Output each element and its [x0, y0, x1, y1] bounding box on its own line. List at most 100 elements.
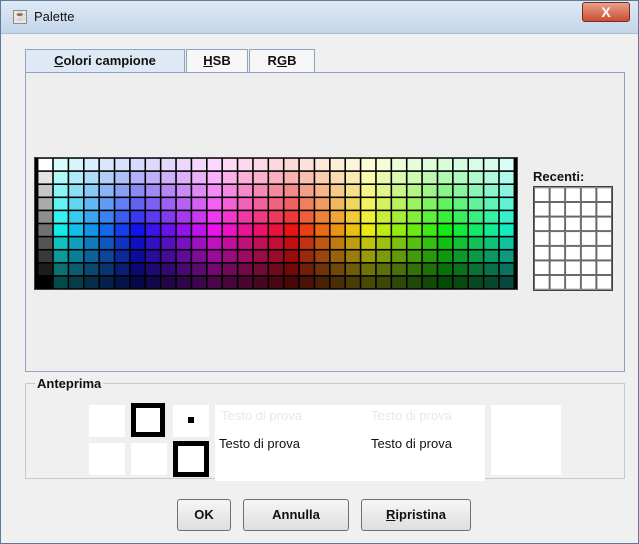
color-swatch[interactable] — [469, 263, 483, 276]
recent-color-swatch[interactable] — [534, 187, 550, 202]
color-swatch[interactable] — [69, 211, 83, 223]
color-swatch[interactable] — [361, 250, 376, 263]
color-swatch[interactable] — [115, 158, 130, 171]
color-swatch[interactable] — [269, 211, 283, 223]
color-swatch[interactable] — [130, 211, 145, 223]
color-swatch[interactable] — [269, 184, 283, 197]
recent-color-swatch[interactable] — [580, 202, 597, 217]
color-swatch[interactable] — [115, 237, 130, 249]
color-swatch[interactable] — [53, 171, 68, 184]
color-swatch[interactable] — [361, 198, 376, 210]
recent-color-swatch[interactable] — [596, 187, 612, 202]
color-swatch[interactable] — [115, 171, 130, 184]
color-swatch[interactable] — [253, 171, 268, 184]
color-swatch[interactable] — [499, 211, 514, 223]
color-swatch[interactable] — [207, 198, 222, 210]
color-swatch[interactable] — [69, 237, 83, 249]
color-swatch[interactable] — [284, 237, 299, 249]
color-swatch[interactable] — [99, 171, 114, 184]
color-swatch[interactable] — [299, 250, 314, 263]
color-swatch[interactable] — [176, 263, 191, 276]
color-swatch[interactable] — [345, 198, 360, 210]
color-swatch[interactable] — [484, 237, 499, 249]
color-swatch[interactable] — [392, 184, 406, 197]
color-swatch[interactable] — [222, 158, 237, 171]
color-swatch[interactable] — [361, 263, 376, 276]
color-swatch[interactable] — [176, 171, 191, 184]
color-swatch[interactable] — [238, 198, 253, 210]
color-swatch[interactable] — [38, 237, 53, 249]
color-swatch[interactable] — [222, 224, 237, 236]
color-swatch[interactable] — [453, 250, 468, 263]
color-swatch[interactable] — [222, 276, 237, 289]
color-swatch[interactable] — [176, 224, 191, 236]
color-swatch[interactable] — [69, 198, 83, 210]
recent-color-swatch[interactable] — [534, 275, 550, 290]
recent-color-swatch[interactable] — [549, 260, 566, 275]
color-swatch[interactable] — [69, 250, 83, 263]
color-swatch[interactable] — [115, 211, 130, 223]
color-swatch[interactable] — [146, 276, 160, 289]
color-swatch[interactable] — [69, 263, 83, 276]
color-swatch[interactable] — [176, 211, 191, 223]
recent-color-swatch[interactable] — [565, 216, 581, 232]
color-swatch[interactable] — [53, 250, 68, 263]
recent-color-swatch[interactable] — [565, 260, 581, 275]
color-swatch[interactable] — [161, 171, 176, 184]
color-swatch[interactable] — [484, 224, 499, 236]
color-swatch[interactable] — [499, 250, 514, 263]
color-swatch[interactable] — [238, 263, 253, 276]
color-swatch[interactable] — [422, 171, 437, 184]
color-swatch[interactable] — [222, 263, 237, 276]
color-swatch[interactable] — [284, 184, 299, 197]
color-swatch[interactable] — [161, 224, 176, 236]
color-swatch[interactable] — [330, 158, 345, 171]
color-swatch[interactable] — [330, 211, 345, 223]
color-swatch[interactable] — [238, 224, 253, 236]
color-swatch[interactable] — [299, 237, 314, 249]
color-swatch[interactable] — [376, 198, 391, 210]
color-swatch[interactable] — [207, 184, 222, 197]
color-swatch[interactable] — [299, 171, 314, 184]
color-swatch[interactable] — [192, 263, 207, 276]
color-swatch[interactable] — [69, 276, 83, 289]
recent-colors-grid[interactable] — [533, 186, 613, 291]
color-swatch[interactable] — [392, 158, 406, 171]
color-swatch[interactable] — [453, 276, 468, 289]
color-swatch[interactable] — [422, 276, 437, 289]
color-swatch[interactable] — [376, 171, 391, 184]
color-swatch[interactable] — [146, 237, 160, 249]
color-swatch[interactable] — [253, 263, 268, 276]
color-swatch[interactable] — [469, 224, 483, 236]
color-swatch[interactable] — [392, 224, 406, 236]
color-swatch[interactable] — [499, 263, 514, 276]
color-swatch[interactable] — [115, 224, 130, 236]
color-swatch[interactable] — [361, 237, 376, 249]
color-swatch[interactable] — [484, 184, 499, 197]
color-swatch[interactable] — [315, 276, 330, 289]
color-swatch[interactable] — [438, 158, 453, 171]
color-swatch[interactable] — [38, 171, 53, 184]
color-swatch[interactable] — [53, 158, 68, 171]
color-swatch[interactable] — [161, 211, 176, 223]
recent-color-swatch[interactable] — [596, 202, 612, 217]
color-swatch[interactable] — [469, 237, 483, 249]
color-swatch[interactable] — [207, 237, 222, 249]
color-swatch[interactable] — [438, 263, 453, 276]
color-swatch[interactable] — [269, 158, 283, 171]
color-swatch[interactable] — [207, 158, 222, 171]
color-swatch[interactable] — [99, 224, 114, 236]
color-swatch[interactable] — [99, 276, 114, 289]
color-swatch[interactable] — [469, 158, 483, 171]
color-swatch[interactable] — [146, 224, 160, 236]
color-swatch[interactable] — [161, 276, 176, 289]
color-swatch[interactable] — [130, 224, 145, 236]
color-swatch[interactable] — [484, 276, 499, 289]
color-swatch[interactable] — [299, 263, 314, 276]
color-swatch[interactable] — [38, 211, 53, 223]
color-swatch[interactable] — [115, 184, 130, 197]
color-swatch[interactable] — [84, 237, 99, 249]
color-swatch[interactable] — [361, 276, 376, 289]
color-swatch[interactable] — [146, 198, 160, 210]
color-swatch[interactable] — [499, 158, 514, 171]
